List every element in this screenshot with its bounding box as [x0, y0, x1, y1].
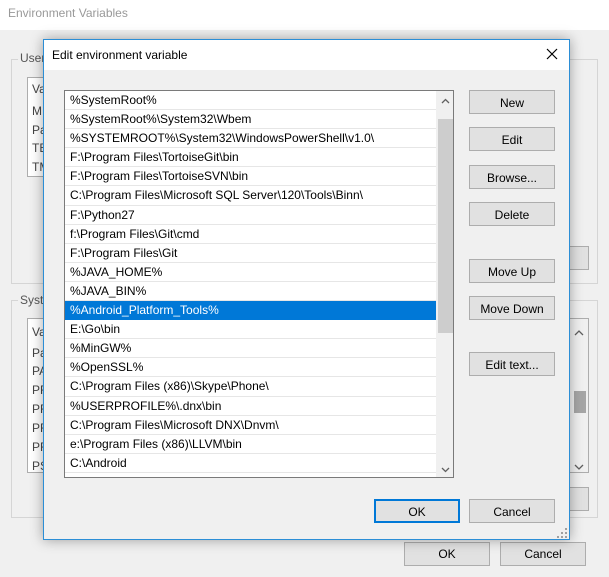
- list-item[interactable]: E:\Go\bin: [65, 320, 436, 340]
- user-list-fragment: M: [32, 104, 42, 118]
- system-delete-button-edge[interactable]: [569, 487, 589, 511]
- move-up-button[interactable]: Move Up: [469, 259, 555, 283]
- list-item[interactable]: C:\Android: [65, 454, 436, 473]
- list-item[interactable]: C:\Program Files (x86)\Skype\Phone\: [65, 377, 436, 397]
- scroll-down-button[interactable]: [437, 460, 453, 477]
- list-item[interactable]: %USERPROFILE%\.dnx\bin: [65, 397, 436, 416]
- close-button[interactable]: [535, 40, 569, 70]
- scroll-up-button[interactable]: [437, 91, 453, 108]
- env-ok-button[interactable]: OK: [404, 542, 490, 566]
- list-item[interactable]: %SystemRoot%: [65, 91, 436, 111]
- move-down-button[interactable]: Move Down: [469, 296, 555, 320]
- path-entries: %SystemRoot% %SystemRoot%\System32\Wbem %S…: [65, 91, 436, 477]
- list-item[interactable]: F:\Program Files\TortoiseSVN\bin: [65, 167, 436, 187]
- list-item[interactable]: %SystemRoot%\System32\Wbem: [65, 110, 436, 130]
- env-cancel-button[interactable]: Cancel: [500, 542, 586, 566]
- scroll-up-arrow-icon[interactable]: [574, 325, 584, 339]
- list-item-selected[interactable]: %Android_Platform_Tools%: [65, 301, 436, 321]
- list-item[interactable]: f:\Program Files\Git\cmd: [65, 225, 436, 244]
- chevron-up-icon: [441, 93, 450, 107]
- dialog-title-bar[interactable]: Edit environment variable: [44, 40, 569, 70]
- ok-button[interactable]: OK: [374, 499, 460, 523]
- list-vertical-scrollbar[interactable]: [436, 91, 453, 477]
- chevron-down-icon: [441, 462, 450, 476]
- scroll-thumb[interactable]: [438, 119, 453, 333]
- cancel-button[interactable]: Cancel: [469, 499, 555, 523]
- list-item[interactable]: %OpenSSL%: [65, 358, 436, 378]
- browse-button[interactable]: Browse...: [469, 165, 555, 189]
- dialog-title: Edit environment variable: [52, 48, 188, 62]
- list-item[interactable]: C:\Windows\System32: [65, 473, 436, 477]
- close-icon: [546, 48, 558, 63]
- path-entries-list[interactable]: %SystemRoot% %SystemRoot%\System32\Wbem %S…: [64, 90, 454, 478]
- list-item[interactable]: %MinGW%: [65, 339, 436, 359]
- edit-environment-variable-dialog: Edit environment variable %SystemRoot% %S…: [43, 39, 570, 540]
- list-item[interactable]: F:\Python27: [65, 206, 436, 225]
- list-item[interactable]: C:\Program Files\Microsoft SQL Server\12…: [65, 186, 436, 206]
- list-item[interactable]: %JAVA_BIN%: [65, 282, 436, 302]
- edit-button[interactable]: Edit: [469, 127, 555, 151]
- background-window-title: Environment Variables: [0, 0, 609, 30]
- user-delete-button-edge[interactable]: [569, 246, 589, 270]
- resize-grip-icon[interactable]: [557, 527, 567, 538]
- list-item[interactable]: F:\Program Files\Git: [65, 244, 436, 263]
- list-item[interactable]: %SYSTEMROOT%\System32\WindowsPowerShell\…: [65, 129, 436, 149]
- edit-text-button[interactable]: Edit text...: [469, 352, 555, 376]
- list-item[interactable]: F:\Program Files\TortoiseGit\bin: [65, 148, 436, 168]
- delete-button[interactable]: Delete: [469, 202, 555, 226]
- scroll-down-arrow-icon[interactable]: [574, 459, 584, 473]
- list-item[interactable]: e:\Program Files (x86)\LLVM\bin: [65, 435, 436, 454]
- list-item[interactable]: %JAVA_HOME%: [65, 263, 436, 282]
- system-list-scrollbar[interactable]: [569, 318, 589, 473]
- list-item[interactable]: C:\Program Files\Microsoft DNX\Dnvm\: [65, 416, 436, 435]
- new-button[interactable]: New: [469, 90, 555, 114]
- system-list-scroll-thumb[interactable]: [574, 391, 586, 413]
